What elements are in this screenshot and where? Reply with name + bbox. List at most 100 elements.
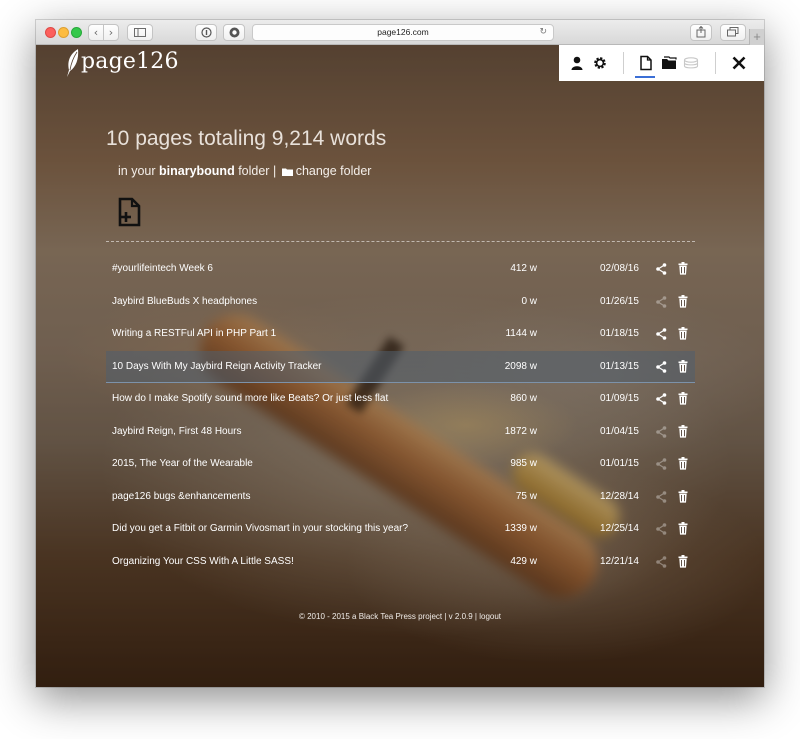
share-button[interactable] [690,24,712,41]
page-title-link[interactable]: How do I make Spotify sound more like Be… [112,393,388,404]
stack-icon[interactable] [683,55,699,71]
reader-icon [200,27,212,38]
trash-icon[interactable] [678,522,688,535]
quill-logo-icon [67,49,79,77]
word-count: 412 w [510,263,537,274]
page-row[interactable]: Jaybird BlueBuds X headphones 0 w 01/26/15 [106,286,695,319]
chevron-right-icon: › [108,26,114,39]
share-icon[interactable] [656,360,667,373]
folder-info: in your binarybound folder | change fold… [118,164,371,178]
gear-icon[interactable] [592,55,608,71]
toolbar-separator [715,52,716,74]
window-close-button[interactable] [45,27,56,38]
extension-icon [229,27,239,38]
new-page-button[interactable] [117,197,143,227]
page-date: 01/13/15 [600,360,639,372]
page-row[interactable]: How do I make Spotify sound more like Be… [106,383,695,416]
sidebar-icon [134,28,146,37]
trash-icon[interactable] [678,554,688,568]
app-logo[interactable]: page126 [81,49,179,74]
user-icon[interactable] [569,55,585,71]
reader-button[interactable] [195,24,217,41]
close-icon[interactable] [731,55,747,71]
page-title-link[interactable]: Organizing Your CSS With A Little SASS! [112,556,294,567]
trash-icon[interactable] [678,294,688,308]
word-count: 860 w [510,393,537,404]
share-icon[interactable] [656,555,667,568]
page-title: 10 pages totaling 9,214 words [106,127,387,150]
extension-button[interactable] [223,24,245,41]
back-button[interactable]: ‹ [88,24,104,41]
page-title-link[interactable]: #yourlifeintech Week 6 [112,263,213,274]
word-count: 1144 w [505,328,537,339]
trash-icon[interactable] [678,327,688,340]
share-icon[interactable] [656,523,667,535]
word-count: 429 w [510,555,537,567]
page-title-link[interactable]: Jaybird BlueBuds X headphones [112,296,257,307]
page-title-link[interactable]: page126 bugs &enhancements [112,491,250,502]
trash-icon[interactable] [678,489,688,503]
toolbar-separator [623,52,624,74]
tabs-icon [727,27,739,37]
url-text: page126.com [377,27,429,37]
window-minimize-button[interactable] [58,27,69,38]
page-row[interactable]: #yourlifeintech Week 6 412 w 02/08/16 [106,253,695,286]
page-row[interactable]: 2015, The Year of the Wearable 985 w 01/01… [106,448,695,481]
share-icon[interactable] [656,263,667,275]
plus-icon: + [753,29,761,44]
page-title-link[interactable]: 10 Days With My Jaybird Reign Activity T… [112,361,322,372]
chevron-left-icon: ‹ [93,26,99,39]
trash-icon[interactable] [678,262,688,275]
page-title-link[interactable]: Did you get a Fitbit or Garmin Vivosmart… [112,523,408,534]
page-title-link[interactable]: Writing a RESTFul API in PHP Part 1 [112,328,276,339]
trash-icon[interactable] [678,392,688,405]
share-icon[interactable] [656,295,667,308]
share-icon[interactable] [656,490,667,503]
trash-icon[interactable] [678,424,688,438]
browser-toolbar: ‹ › page126.com ↻ + [36,20,764,45]
word-count: 1339 w [504,523,537,534]
page-title-link[interactable]: 2015, The Year of the Wearable [112,458,253,469]
footer: © 2010 - 2015 a Black Tea Press project … [36,612,764,621]
forward-button[interactable]: › [103,24,119,41]
change-folder-link[interactable]: change folder [296,164,372,178]
active-tab-indicator [635,76,655,78]
word-count: 75 w [515,490,537,502]
page-content: page126 10 pages totaling 9,214 words in… [36,45,764,687]
address-bar[interactable]: page126.com ↻ [252,24,554,41]
word-count: 0 w [521,295,537,307]
share-icon[interactable] [656,328,667,340]
page-row[interactable]: page126 bugs &enhancements 75 w 12/28/14 [106,481,695,514]
page-date: 01/04/15 [600,425,639,437]
page-row[interactable]: Jaybird Reign, First 48 Hours 1872 w 01/04… [106,416,695,449]
tabs-button[interactable] [720,24,746,41]
sidebar-toggle-button[interactable] [127,24,153,41]
share-icon[interactable] [656,393,667,405]
share-icon [696,25,706,38]
page-date: 12/28/14 [600,490,639,502]
trash-icon[interactable] [678,457,688,470]
window-maximize-button[interactable] [71,27,82,38]
page-title-link[interactable]: Jaybird Reign, First 48 Hours [112,426,242,437]
browser-window: ‹ › page126.com ↻ + page126 10 pages tot… [36,20,764,687]
share-icon[interactable] [656,425,667,438]
word-count: 1872 w [504,425,537,437]
pages-icon[interactable] [638,55,654,71]
word-count: 985 w [510,458,537,469]
trash-icon[interactable] [678,359,688,373]
share-icon[interactable] [656,458,667,470]
folder-icon[interactable] [661,55,677,71]
page-date: 01/09/15 [600,393,639,404]
page-row[interactable]: Writing a RESTFul API in PHP Part 1 1144 … [106,318,695,351]
page-row[interactable]: Did you get a Fitbit or Garmin Vivosmart… [106,513,695,546]
logout-link[interactable]: logout [479,612,501,621]
folder-suffix: folder | [238,164,277,178]
app-toolbar [559,45,764,81]
footer-text: © 2010 - 2015 a Black Tea Press project … [298,612,477,621]
new-tab-button[interactable]: + [749,29,764,45]
reload-icon[interactable]: ↻ [539,25,547,40]
page-date: 12/21/14 [600,555,639,567]
page-row[interactable]: 10 Days With My Jaybird Reign Activity T… [106,350,695,383]
page-row[interactable]: Organizing Your CSS With A Little SASS! 4… [106,546,695,579]
page-date: 12/25/14 [600,523,639,534]
